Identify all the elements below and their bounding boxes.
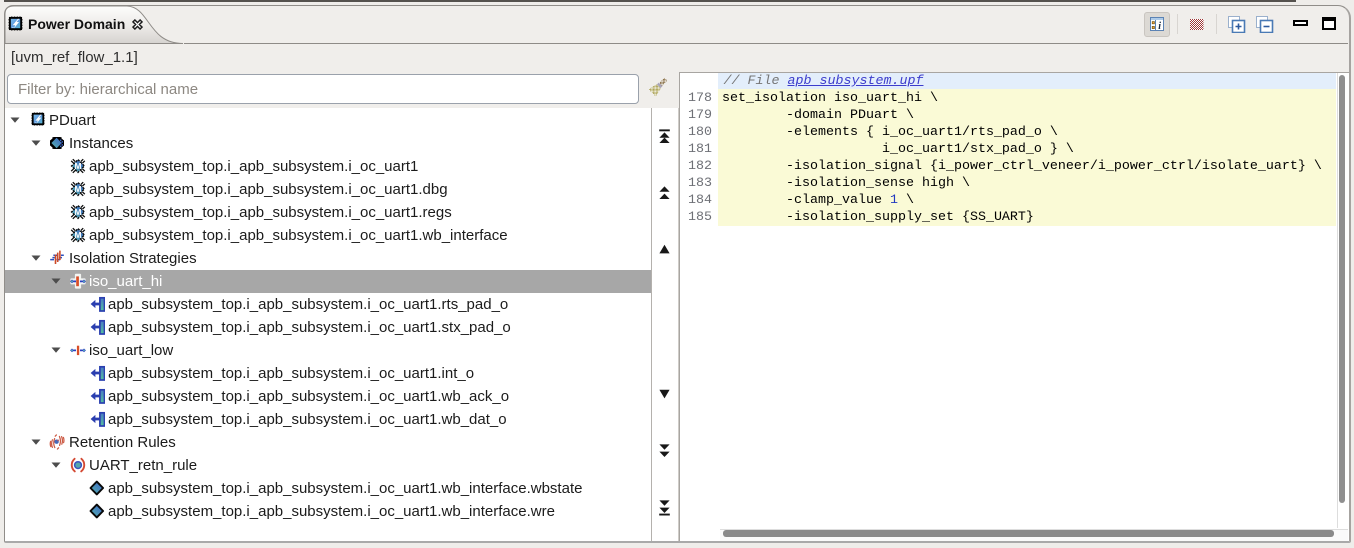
svg-text:i: i xyxy=(1158,21,1161,32)
